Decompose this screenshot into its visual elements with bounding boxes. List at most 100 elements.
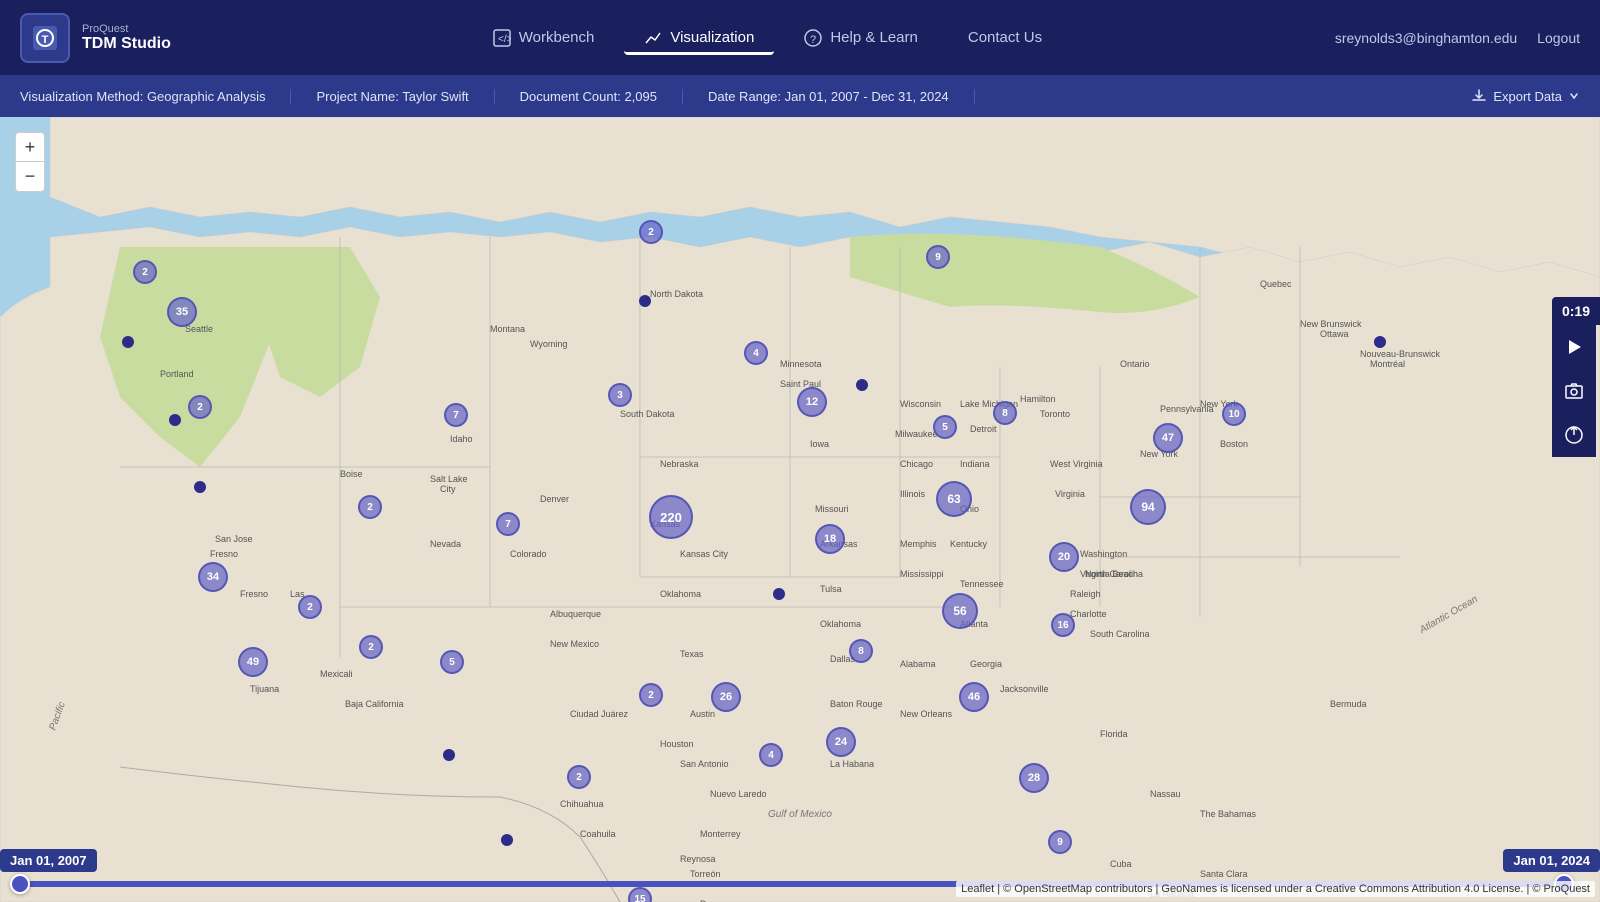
nav-visualization[interactable]: Visualization (624, 21, 774, 55)
doc-count: Document Count: 2,095 (495, 89, 683, 104)
svg-text:Chihuahua: Chihuahua (560, 799, 604, 809)
svg-text:Idaho: Idaho (450, 434, 473, 444)
svg-text:Minnesota: Minnesota (780, 359, 822, 369)
logout-button[interactable]: Logout (1537, 30, 1580, 46)
cluster-c28[interactable]: 46 (959, 682, 989, 712)
svg-text:Montana: Montana (490, 324, 525, 334)
svg-text:Hamilton: Hamilton (1020, 394, 1056, 404)
svg-text:Salt Lake: Salt Lake (430, 474, 468, 484)
cluster-c9[interactable]: 2 (359, 635, 383, 659)
svg-text:Nebraska: Nebraska (660, 459, 699, 469)
cluster-c14[interactable]: 2 (639, 220, 663, 244)
svg-text:Texas: Texas (680, 649, 704, 659)
chevron-down-icon (1568, 90, 1580, 102)
camera-icon (1564, 381, 1584, 401)
viz-method: Visualization Method: Geographic Analysi… (20, 89, 291, 104)
svg-text:New Orleans: New Orleans (900, 709, 953, 719)
cluster-c8[interactable]: 7 (444, 403, 468, 427)
cluster-c16[interactable]: 2 (639, 683, 663, 707)
map-container[interactable]: Gulf of Mexico Atlantic Ocean Pacific Po… (0, 117, 1600, 902)
svg-text:Alabama: Alabama (900, 659, 936, 669)
header: T ProQuest TDM Studio </> Workbench Visu… (0, 0, 1600, 75)
cluster-c24[interactable]: 9 (926, 245, 950, 269)
cluster-c5[interactable]: 49 (238, 647, 268, 677)
dot-d1[interactable] (122, 336, 134, 348)
cluster-c30[interactable]: 20 (1049, 542, 1079, 572)
cluster-c29[interactable]: 8 (993, 401, 1017, 425)
svg-text:Montréal: Montréal (1370, 359, 1405, 369)
cluster-c11[interactable]: 7 (496, 512, 520, 536)
cluster-c23[interactable]: 24 (826, 727, 856, 757)
cluster-c25[interactable]: 5 (933, 415, 957, 439)
dot-d4[interactable] (639, 295, 651, 307)
cluster-c27[interactable]: 56 (942, 593, 978, 629)
cluster-c35[interactable]: 9 (1048, 830, 1072, 854)
cluster-c36[interactable]: 10 (1222, 402, 1246, 426)
cluster-c13[interactable]: 3 (608, 383, 632, 407)
svg-text:Ontario: Ontario (1120, 359, 1150, 369)
svg-text:Florida: Florida (1100, 729, 1128, 739)
dot-d3[interactable] (194, 481, 206, 493)
svg-text:Tulsa: Tulsa (820, 584, 842, 594)
cluster-c15[interactable]: 220 (649, 495, 693, 539)
cluster-c1[interactable]: 2 (133, 260, 157, 284)
cluster-c7[interactable]: 2 (358, 495, 382, 519)
cluster-c33[interactable]: 94 (1130, 489, 1166, 525)
cluster-c34[interactable]: 28 (1019, 763, 1049, 793)
user-area: sreynolds3@binghamton.edu Logout (1335, 30, 1580, 46)
cluster-c2[interactable]: 35 (167, 297, 197, 327)
svg-text:Coahuila: Coahuila (580, 829, 616, 839)
cluster-c4[interactable]: 34 (198, 562, 228, 592)
svg-text:San Jose: San Jose (215, 534, 253, 544)
cluster-c31[interactable]: 16 (1051, 613, 1075, 637)
cluster-c18[interactable]: 4 (759, 743, 783, 767)
nav-help[interactable]: ? Help & Learn (784, 21, 938, 55)
cluster-c19[interactable]: 4 (744, 341, 768, 365)
map-svg: Gulf of Mexico Atlantic Ocean Pacific Po… (0, 117, 1600, 902)
svg-text:</>: </> (498, 34, 511, 45)
dot-d8[interactable] (501, 834, 513, 846)
svg-text:Portland: Portland (160, 369, 194, 379)
dot-d5[interactable] (856, 379, 868, 391)
code-icon: </> (493, 29, 511, 47)
svg-text:Seattle: Seattle (185, 324, 213, 334)
map-background: Gulf of Mexico Atlantic Ocean Pacific Po… (0, 117, 1600, 902)
svg-text:Georgia: Georgia (970, 659, 1002, 669)
svg-text:Wisconsin: Wisconsin (900, 399, 941, 409)
logo-icon: T (20, 13, 70, 63)
svg-text:Wyoming: Wyoming (530, 339, 567, 349)
nav-workbench[interactable]: </> Workbench (473, 21, 615, 55)
cluster-c21[interactable]: 18 (815, 524, 845, 554)
svg-text:Memphis: Memphis (900, 539, 937, 549)
svg-text:Tijuana: Tijuana (250, 684, 279, 694)
cluster-c10[interactable]: 5 (440, 650, 464, 674)
cluster-c6[interactable]: 2 (298, 595, 322, 619)
svg-text:New Mexico: New Mexico (550, 639, 599, 649)
svg-text:Boise: Boise (340, 469, 363, 479)
svg-text:Tennessee: Tennessee (960, 579, 1004, 589)
dot-d9[interactable] (1374, 336, 1386, 348)
cluster-c12[interactable]: 2 (567, 765, 591, 789)
screenshot-button[interactable] (1552, 369, 1596, 413)
cluster-c32[interactable]: 47 (1153, 423, 1183, 453)
cluster-c3[interactable]: 2 (188, 395, 212, 419)
dot-d7[interactable] (443, 749, 455, 761)
svg-text:Baton Rouge: Baton Rouge (830, 699, 883, 709)
zoom-out-button[interactable]: − (15, 162, 45, 192)
dot-d6[interactable] (773, 588, 785, 600)
dot-d2[interactable] (169, 414, 181, 426)
zoom-in-button[interactable]: + (15, 132, 45, 162)
svg-text:South Dakota: South Dakota (620, 409, 675, 419)
svg-text:Missouri: Missouri (815, 504, 849, 514)
cluster-c26[interactable]: 63 (936, 481, 972, 517)
share-button[interactable] (1552, 413, 1596, 457)
share-icon (1564, 425, 1584, 445)
slider-handle-left[interactable] (10, 874, 30, 894)
nav-contact[interactable]: Contact Us (948, 21, 1062, 54)
cluster-c20[interactable]: 12 (797, 387, 827, 417)
cluster-c22[interactable]: 8 (849, 639, 873, 663)
svg-text:Fresno: Fresno (210, 549, 238, 559)
play-button[interactable] (1552, 325, 1596, 369)
export-button[interactable]: Export Data (1471, 88, 1580, 104)
cluster-c17[interactable]: 26 (711, 682, 741, 712)
